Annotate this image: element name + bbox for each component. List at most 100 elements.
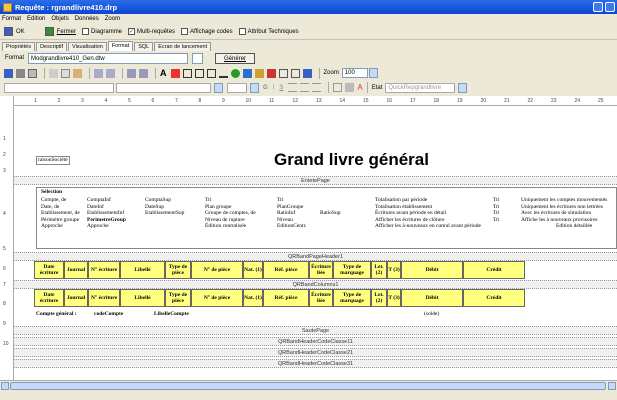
report-icon[interactable] — [302, 68, 312, 78]
column-header-cell[interactable]: Journal — [64, 289, 88, 307]
menu-edition[interactable]: Edition — [27, 16, 45, 22]
selection-panel[interactable]: Sélection Compte, de Date, de Etablissem… — [36, 187, 617, 249]
chart-icon[interactable] — [254, 68, 264, 78]
column-header-cell[interactable]: Type de pièce — [165, 261, 191, 279]
close-button[interactable]: Fermer — [44, 27, 76, 36]
compte-general-label[interactable]: Compte général : — [36, 311, 77, 318]
underline-icon[interactable]: S — [279, 85, 283, 91]
menu-objets[interactable]: Objets — [51, 16, 68, 22]
font-dropdown-arrow[interactable] — [214, 82, 223, 93]
multi-requetes-checkbox[interactable]: ✓ Multi-requêtes — [128, 28, 175, 35]
band-header-classe1[interactable]: QRBandHeaderCodeClasse11 — [14, 337, 617, 346]
calc-icon[interactable] — [266, 68, 276, 78]
column-header-cell[interactable]: Let. (2) — [371, 261, 387, 279]
column-header-cell[interactable]: Écriture liée — [309, 289, 333, 307]
font-color-icon[interactable]: A — [357, 83, 362, 92]
column-header-cell[interactable]: T (3) — [387, 289, 401, 307]
minimize-button[interactable] — [593, 2, 603, 12]
column-header-cell[interactable]: Type de marquage — [333, 289, 371, 307]
multi-checkbox-box[interactable]: ✓ — [128, 28, 136, 35]
libelle-compte-field[interactable]: LibelleCompte — [154, 311, 189, 318]
diagram-checkbox-box[interactable] — [82, 28, 90, 35]
menu-donnees[interactable]: Données — [75, 16, 99, 22]
scroll-right-arrow[interactable] — [608, 382, 616, 390]
text-tool-icon[interactable]: A — [160, 68, 167, 78]
align-right-icon[interactable] — [106, 68, 115, 78]
ok-button[interactable]: OK — [4, 27, 39, 36]
column-header-cell[interactable]: Écriture liée — [309, 261, 333, 279]
print-icon[interactable] — [16, 68, 25, 78]
show-codes-box[interactable] — [181, 28, 189, 35]
line-icon[interactable] — [218, 69, 228, 78]
border-icon[interactable] — [333, 83, 343, 92]
tech-attr-box[interactable] — [238, 28, 246, 35]
object-name-field[interactable] — [4, 82, 114, 93]
scroll-thumb[interactable] — [10, 382, 606, 390]
tab-sql[interactable]: SQL — [134, 42, 154, 51]
column-header-cell[interactable]: Nat. (1) — [243, 289, 263, 307]
column-header-cell[interactable]: N° écriture — [88, 289, 120, 307]
image-icon[interactable] — [170, 68, 180, 78]
size-dropdown-arrow[interactable] — [250, 82, 259, 93]
bold-icon[interactable]: G — [263, 85, 268, 91]
align-center-icon[interactable] — [300, 83, 310, 92]
zoom-dropdown-arrow[interactable] — [368, 68, 378, 78]
band-entete-page[interactable]: EntetePage — [14, 176, 617, 185]
band-header-classe2[interactable]: QRBandHeaderCodeClasse21 — [14, 348, 617, 357]
column-header-cell[interactable]: Réf. pièce — [263, 289, 309, 307]
band-page-header[interactable]: QRBandPageHeader1 — [14, 252, 617, 261]
column-header-cell[interactable]: Débit — [401, 261, 463, 279]
etat-select[interactable]: QuickRepgrandlivre — [385, 82, 456, 93]
column-header-cell[interactable]: Let. (2) — [371, 289, 387, 307]
paste-icon[interactable] — [73, 68, 82, 78]
column-header-cell[interactable]: N° de pièce — [191, 289, 243, 307]
maximize-button[interactable] — [605, 2, 615, 12]
fill-color-icon[interactable] — [345, 83, 355, 92]
color-icon[interactable] — [230, 68, 240, 78]
tab-ecran-lancement[interactable]: Ecran de lancement — [154, 42, 212, 51]
column-header-cell[interactable]: N° écriture — [88, 261, 120, 279]
code-compte-field[interactable]: codeCompte — [94, 311, 123, 318]
column-header-cell[interactable]: Journal — [64, 261, 88, 279]
column-header-cell[interactable]: N° de pièce — [191, 261, 243, 279]
band-saute-page[interactable]: SautePage — [14, 326, 617, 335]
font-size-select[interactable] — [227, 82, 247, 93]
preview-icon[interactable] — [28, 68, 37, 78]
band-header-classe3[interactable]: QRBandHeaderCodeClasse31 — [14, 359, 617, 368]
align-left-icon[interactable] — [288, 83, 298, 92]
tab-proprietes[interactable]: Propriétés — [2, 42, 36, 51]
report-title[interactable]: Grand livre général — [274, 150, 429, 170]
save-icon[interactable] — [4, 68, 13, 78]
report-canvas[interactable]: raisonSociété Grand livre général Entete… — [14, 106, 617, 380]
zoom-select[interactable]: 100 — [341, 68, 368, 78]
fill-icon[interactable] — [242, 68, 252, 78]
font-name-select[interactable] — [116, 82, 211, 93]
format-browse-button[interactable] — [192, 52, 204, 64]
rect-icon[interactable] — [194, 68, 204, 78]
column-header-cell[interactable]: Débit — [401, 289, 463, 307]
cut-icon[interactable] — [49, 68, 58, 78]
ungroup-icon[interactable] — [139, 68, 148, 78]
column-header-cell[interactable]: Date écriture — [34, 289, 64, 307]
show-codes-checkbox[interactable]: Affichage codes — [181, 28, 233, 35]
column-header-cell[interactable]: Libellé — [120, 289, 165, 307]
band-columns[interactable]: QRBandColumns1 — [14, 280, 617, 289]
column-header-cell[interactable]: Nat. (1) — [243, 261, 263, 279]
group-icon[interactable] — [127, 68, 136, 78]
diagram-checkbox[interactable]: Diagramme — [82, 28, 122, 35]
column-header-cell[interactable]: Type de pièce — [165, 289, 191, 307]
column-header-cell[interactable]: Type de marquage — [333, 261, 371, 279]
generate-button[interactable]: Générer — [215, 52, 256, 64]
column-header-cell[interactable]: Libellé — [120, 261, 165, 279]
align-icon[interactable] — [94, 68, 103, 78]
raison-sociale-field[interactable]: raisonSociété — [36, 156, 70, 165]
italic-icon[interactable]: I — [273, 85, 275, 91]
grid-icon[interactable] — [290, 68, 300, 78]
tab-visualisation[interactable]: Visualisation — [68, 42, 107, 51]
solde-field[interactable]: (solde) — [424, 311, 439, 318]
tab-format[interactable]: Format — [107, 41, 134, 51]
copy-icon[interactable] — [61, 68, 70, 78]
tech-attr-checkbox[interactable]: Attribut Techniques — [238, 28, 299, 35]
format-input[interactable]: Modgrandlivre410_Gen.dtw — [28, 52, 189, 64]
column-header-cell[interactable]: T (3) — [387, 261, 401, 279]
